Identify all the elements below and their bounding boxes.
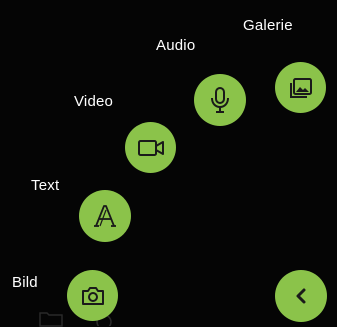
video-button[interactable] (125, 122, 176, 173)
video-camera-icon (137, 139, 164, 156)
camera-button[interactable] (67, 270, 118, 321)
speed-dial-screen: Galerie Audio Video Text Bild (0, 0, 337, 327)
microphone-icon (211, 87, 229, 113)
image-icon (289, 77, 312, 98)
gallery-label: Galerie (243, 17, 293, 34)
gallery-button[interactable] (275, 62, 326, 113)
chevron-left-icon (296, 288, 306, 304)
audio-button[interactable] (194, 74, 246, 126)
text-font-icon (94, 205, 116, 227)
video-label: Video (74, 93, 114, 110)
folder-icon (39, 312, 63, 327)
text-label: Text (31, 177, 60, 194)
camera-icon (81, 286, 104, 305)
image-label: Bild (12, 274, 38, 291)
collapse-menu-button[interactable] (275, 270, 327, 322)
text-button[interactable] (79, 190, 131, 242)
audio-label: Audio (156, 37, 196, 54)
